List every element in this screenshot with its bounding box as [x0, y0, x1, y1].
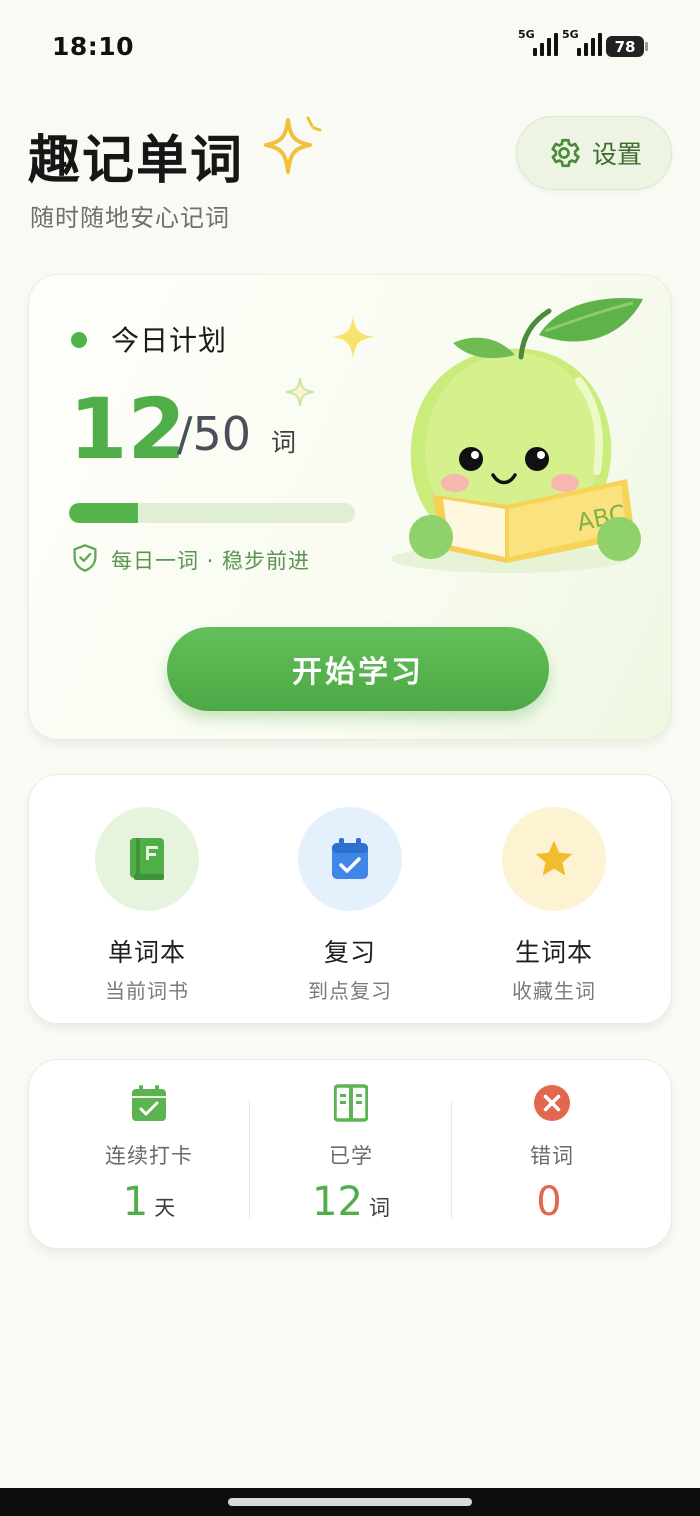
wordbook-shortcut[interactable]: 单词本 当前词书 [72, 807, 222, 1004]
calendar-check-icon [332, 838, 368, 879]
stat-label-mistakes: 错词 [530, 1144, 574, 1168]
gear-icon [551, 138, 580, 168]
mascot-illustration: ABC [391, 298, 643, 573]
stat-value-streak: 1 [122, 1179, 149, 1225]
stat-unit-streak: 天 [154, 1196, 176, 1220]
stat-value-mistakes: 0 [536, 1179, 562, 1225]
wordbook-icon-circle [95, 807, 199, 911]
stats-card: 连续打卡 1 天 已学 12 词 错词 0 [28, 1059, 672, 1249]
app-subtitle: 随时随地安心记词 [30, 204, 230, 232]
stat-mistakes: 错词 0 [462, 1084, 642, 1222]
plan-progress-bar [69, 503, 355, 523]
home-indicator[interactable] [228, 1498, 472, 1506]
shortcut-desc-review: 到点复习 [308, 979, 392, 1003]
shortcut-name-wordbook: 单词本 [107, 938, 186, 967]
stat-label-learned: 已学 [329, 1144, 373, 1168]
start-learning-button[interactable]: 开始学习 [167, 627, 549, 711]
plan-unit: 词 [271, 428, 297, 457]
plan-title: 今日计划 [111, 324, 228, 357]
shield-check-icon [73, 544, 97, 572]
learned-count: 12 [69, 380, 186, 478]
plan-dot [71, 332, 87, 348]
settings-label: 设置 [591, 140, 642, 169]
status-bar: 18:10 5G 5G 78 [0, 0, 700, 92]
network-label-2: 5G [562, 28, 579, 41]
open-book-icon [334, 1084, 368, 1122]
sparkle-icon [331, 315, 375, 359]
close-circle-icon [534, 1085, 570, 1121]
sparkle-outline-icon [285, 377, 315, 407]
shortcut-card: 单词本 当前词书 复习 到点复习 生词本 收藏生词 [28, 774, 672, 1024]
shortcut-desc-wordbook: 当前词书 [105, 979, 189, 1003]
vocab-icon-circle [502, 807, 606, 911]
signal-icon: 5G [518, 28, 558, 56]
review-icon-circle [298, 807, 402, 911]
network-label: 5G [518, 28, 535, 41]
stat-streak: 连续打卡 1 天 [59, 1084, 239, 1222]
stat-divider [249, 1100, 250, 1218]
settings-button[interactable]: 设置 [516, 116, 672, 190]
sparkle-icon [264, 116, 322, 174]
today-plan-card: 今日计划 12 /50 词 每日一词 · 稳步前进 ABC 开始学习 [28, 274, 672, 740]
battery-tip [645, 42, 648, 51]
stat-learned: 已学 12 词 [261, 1084, 441, 1222]
battery-icon: 78 [606, 36, 644, 57]
plan-motto: 每日一词 · 稳步前进 [111, 549, 311, 573]
status-time: 18:10 [52, 32, 135, 61]
stat-label-streak: 连续打卡 [105, 1144, 193, 1168]
calendar-check-icon [132, 1085, 166, 1121]
shortcut-name-review: 复习 [323, 938, 376, 967]
vocab-shortcut[interactable]: 生词本 收藏生词 [479, 807, 629, 1004]
plan-total: /50 [177, 407, 252, 461]
book-icon [130, 838, 164, 880]
stat-divider [451, 1100, 452, 1218]
plan-progress-fill [69, 503, 138, 523]
signal-icon-2: 5G [562, 28, 602, 56]
shortcut-name-vocab: 生词本 [514, 938, 593, 967]
star-icon [535, 840, 573, 876]
shortcut-desc-vocab: 收藏生词 [512, 979, 596, 1003]
stat-unit-learned: 词 [368, 1196, 390, 1220]
stat-value-learned: 12 [312, 1179, 363, 1225]
review-shortcut[interactable]: 复习 到点复习 [275, 807, 425, 1004]
app-title: 趣记单词 [28, 131, 245, 191]
